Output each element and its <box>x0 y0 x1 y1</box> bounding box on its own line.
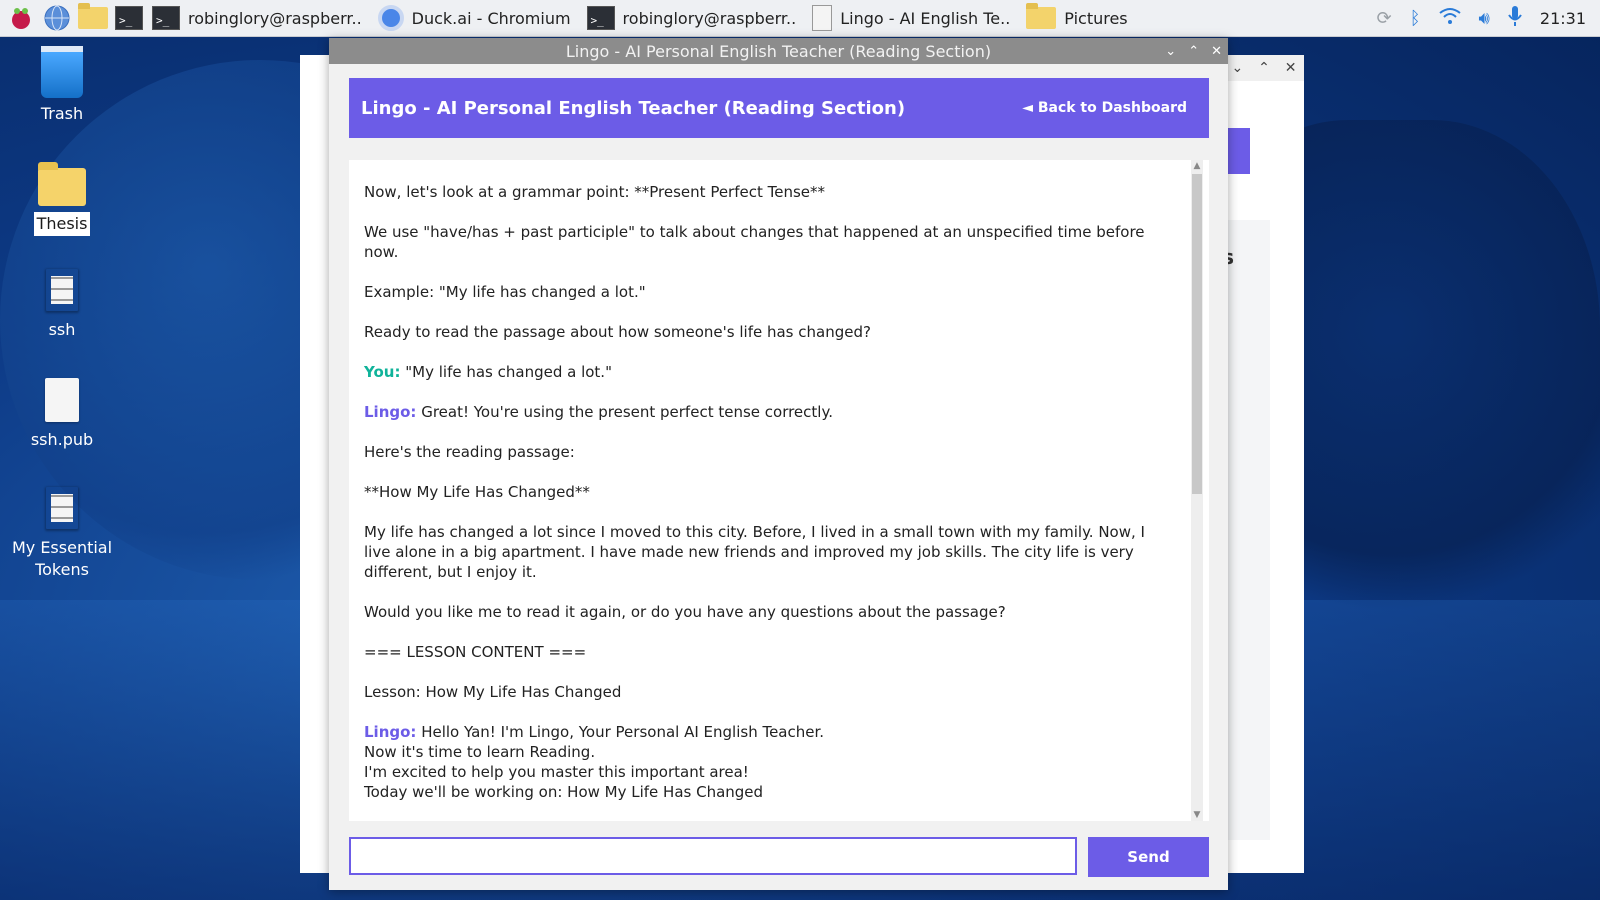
send-button[interactable]: Send <box>1088 837 1209 877</box>
desktop-icon-my-essential-tokens[interactable]: My Essential Tokens <box>7 482 117 582</box>
page-title: Lingo - AI Personal English Teacher (Rea… <box>361 97 906 119</box>
text-file-icon <box>45 486 79 530</box>
system-tray: ⟳ ᛒ 🔊︎ 21:31 <box>1377 5 1600 32</box>
scroll-thumb[interactable] <box>1192 174 1202 494</box>
chat-message: Lingo: Hello Yan! I'm Lingo, Your Person… <box>364 722 1174 802</box>
window-title: Lingo - AI Personal English Teacher (Rea… <box>565 41 992 61</box>
desktop-icon-label: Trash <box>40 104 84 123</box>
desktop-icon-thesis[interactable]: Thesis <box>7 160 117 236</box>
wifi-icon[interactable] <box>1438 7 1461 30</box>
message-text: Now, let's look at a grammar point: **Pr… <box>364 183 826 201</box>
background-window-controls: ⌄ ⌃ ✕ <box>1224 55 1304 81</box>
message-text: Great! You're using the present perfect … <box>421 403 833 421</box>
desktop-icon-label: ssh.pub <box>30 430 94 449</box>
document-icon <box>812 5 833 31</box>
message-text: Would you like me to read it again, or d… <box>364 603 1006 621</box>
speaker-label: Lingo: <box>364 403 417 421</box>
close-icon[interactable]: ✕ <box>1285 60 1297 76</box>
desktop-icon-ssh[interactable]: ssh <box>7 264 117 342</box>
raspberry-menu-icon[interactable] <box>6 3 36 33</box>
task-label: Duck.ai - Chromium <box>411 8 571 28</box>
chat-message: You: "My life has changed a lot." <box>364 362 1174 382</box>
task-label: Pictures <box>1064 8 1128 28</box>
chat-message: Would you like me to read it again, or d… <box>364 602 1174 622</box>
text-file-icon <box>45 268 79 312</box>
scroll-up-icon[interactable]: ▲ <box>1191 160 1203 172</box>
desktop-icon-trash[interactable]: Trash <box>7 46 117 126</box>
scroll-down-icon[interactable]: ▼ <box>1191 809 1203 821</box>
terminal-icon: >_ <box>586 6 615 30</box>
back-to-dashboard-button[interactable]: ◄ Back to Dashboard <box>1022 100 1187 116</box>
message-input[interactable] <box>349 837 1077 875</box>
message-text: I'm excited to help you master this impo… <box>364 763 749 781</box>
updates-icon[interactable]: ⟳ <box>1377 8 1392 29</box>
bluetooth-icon[interactable]: ᛒ <box>1410 8 1421 29</box>
terminal-icon: >_ <box>152 6 180 30</box>
chat-message: My life has changed a lot since I moved … <box>364 522 1174 582</box>
chat-message: Here's the reading passage: <box>364 442 1174 462</box>
message-text: === LESSON CONTENT === <box>364 643 587 661</box>
microphone-icon[interactable] <box>1508 5 1522 32</box>
file-icon <box>45 378 79 422</box>
chat-message: === LESSON CONTENT === <box>364 642 1174 662</box>
background-window-panel <box>1226 220 1270 840</box>
volume-icon[interactable]: 🔊︎ <box>1479 8 1490 29</box>
desktop-icon-label: Thesis <box>33 212 91 236</box>
message-text: We use "have/has + past participle" to t… <box>364 223 1145 261</box>
chat-message: Lingo: Great! You're using the present p… <box>364 402 1174 422</box>
maximize-icon[interactable]: ⌃ <box>1258 60 1270 76</box>
speaker-label: Lingo: <box>364 723 417 741</box>
taskbar-task-lingo[interactable]: Lingo - AI English Te.. <box>804 0 1018 36</box>
file-manager-icon[interactable] <box>78 3 108 33</box>
taskbar-task-pictures[interactable]: Pictures <box>1018 0 1135 36</box>
task-label: robinglory@raspberr.. <box>622 8 797 28</box>
speaker-label: You: <box>364 363 401 381</box>
lingo-window: Lingo - AI Personal English Teacher (Rea… <box>329 38 1228 890</box>
chat-message: Example: "My life has changed a lot." <box>364 282 1174 302</box>
chat-message: We use "have/has + past participle" to t… <box>364 222 1174 262</box>
message-text: Now it's time to learn Reading. <box>364 743 596 761</box>
maximize-icon[interactable]: ⌃ <box>1188 44 1199 59</box>
message-text: Ready to read the passage about how some… <box>364 323 871 341</box>
app-header: Lingo - AI Personal English Teacher (Rea… <box>349 78 1209 138</box>
message-text: My life has changed a lot since I moved … <box>364 523 1145 581</box>
desktop-icon-label: My Essential Tokens <box>11 538 113 579</box>
background-window-header <box>1226 128 1250 174</box>
chat-message: **How My Life Has Changed** <box>364 482 1174 502</box>
chat-message: Now, let's look at a grammar point: **Pr… <box>364 182 1174 202</box>
chat-messages: Now, let's look at a grammar point: **Pr… <box>364 182 1174 821</box>
minimize-icon[interactable]: ⌄ <box>1165 44 1176 59</box>
desktop-icon-ssh-pub[interactable]: ssh.pub <box>7 374 117 452</box>
message-text: Hello Yan! I'm Lingo, Your Personal AI E… <box>421 723 825 741</box>
chat-message: Lesson: How My Life Has Changed <box>364 682 1174 702</box>
window-titlebar[interactable]: Lingo - AI Personal English Teacher (Rea… <box>329 38 1228 64</box>
web-browser-icon[interactable] <box>42 3 72 33</box>
desktop-icon-label: ssh <box>48 320 76 339</box>
taskbar-task-terminal-2[interactable]: >_ robinglory@raspberr.. <box>579 0 805 36</box>
minimize-icon[interactable]: ⌄ <box>1231 60 1243 76</box>
close-icon[interactable]: ✕ <box>1211 44 1222 59</box>
message-text: Today we'll be working on: How My Life H… <box>364 783 764 801</box>
terminal-icon[interactable]: >_ <box>114 3 144 33</box>
folder-icon <box>1026 3 1057 29</box>
chat-message: Ready to read the passage about how some… <box>364 322 1174 342</box>
chromium-icon <box>377 5 404 31</box>
clock[interactable]: 21:31 <box>1540 9 1586 28</box>
message-text: Example: "My life has changed a lot." <box>364 283 646 301</box>
task-label: robinglory@raspberr.. <box>188 8 362 28</box>
folder-icon <box>38 162 86 206</box>
window-controls: ⌄ ⌃ ✕ <box>1165 38 1222 64</box>
message-text: Here's the reading passage: <box>364 443 575 461</box>
trash-icon <box>41 46 83 98</box>
message-text: "My life has changed a lot." <box>405 363 612 381</box>
chat-scrollbar[interactable]: ▲ ▼ <box>1191 160 1203 821</box>
task-label: Lingo - AI English Te.. <box>840 8 1011 28</box>
chat-log[interactable]: Now, let's look at a grammar point: **Pr… <box>349 160 1209 821</box>
message-text: Lesson: How My Life Has Changed <box>364 683 622 701</box>
taskbar-task-terminal-1[interactable]: >_ robinglory@raspberr.. <box>144 0 370 36</box>
taskbar-task-chromium[interactable]: Duck.ai - Chromium <box>370 0 579 36</box>
taskbar: >_ >_ robinglory@raspberr.. Duck.ai - Ch… <box>0 0 1600 37</box>
message-text: **How My Life Has Changed** <box>364 483 590 501</box>
